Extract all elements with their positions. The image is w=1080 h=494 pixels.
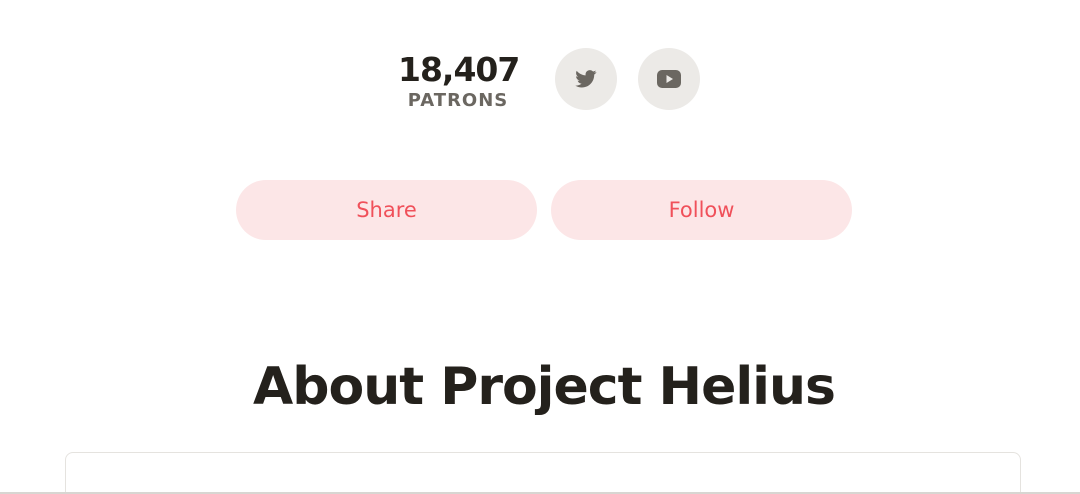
follow-button[interactable]: Follow	[551, 180, 852, 240]
creator-page: 18,407 PATRONS Share Follow About Projec…	[0, 0, 1080, 494]
about-card	[65, 452, 1021, 494]
patrons-count: 18,407	[398, 50, 520, 89]
about-heading: About Project Helius	[253, 357, 836, 417]
patrons-stat: 18,407 PATRONS	[398, 50, 520, 112]
share-button[interactable]: Share	[236, 180, 537, 240]
youtube-link[interactable]	[638, 48, 700, 110]
twitter-link[interactable]	[555, 48, 617, 110]
youtube-icon	[657, 70, 681, 88]
patrons-label: PATRONS	[407, 90, 509, 111]
twitter-icon	[575, 70, 597, 88]
